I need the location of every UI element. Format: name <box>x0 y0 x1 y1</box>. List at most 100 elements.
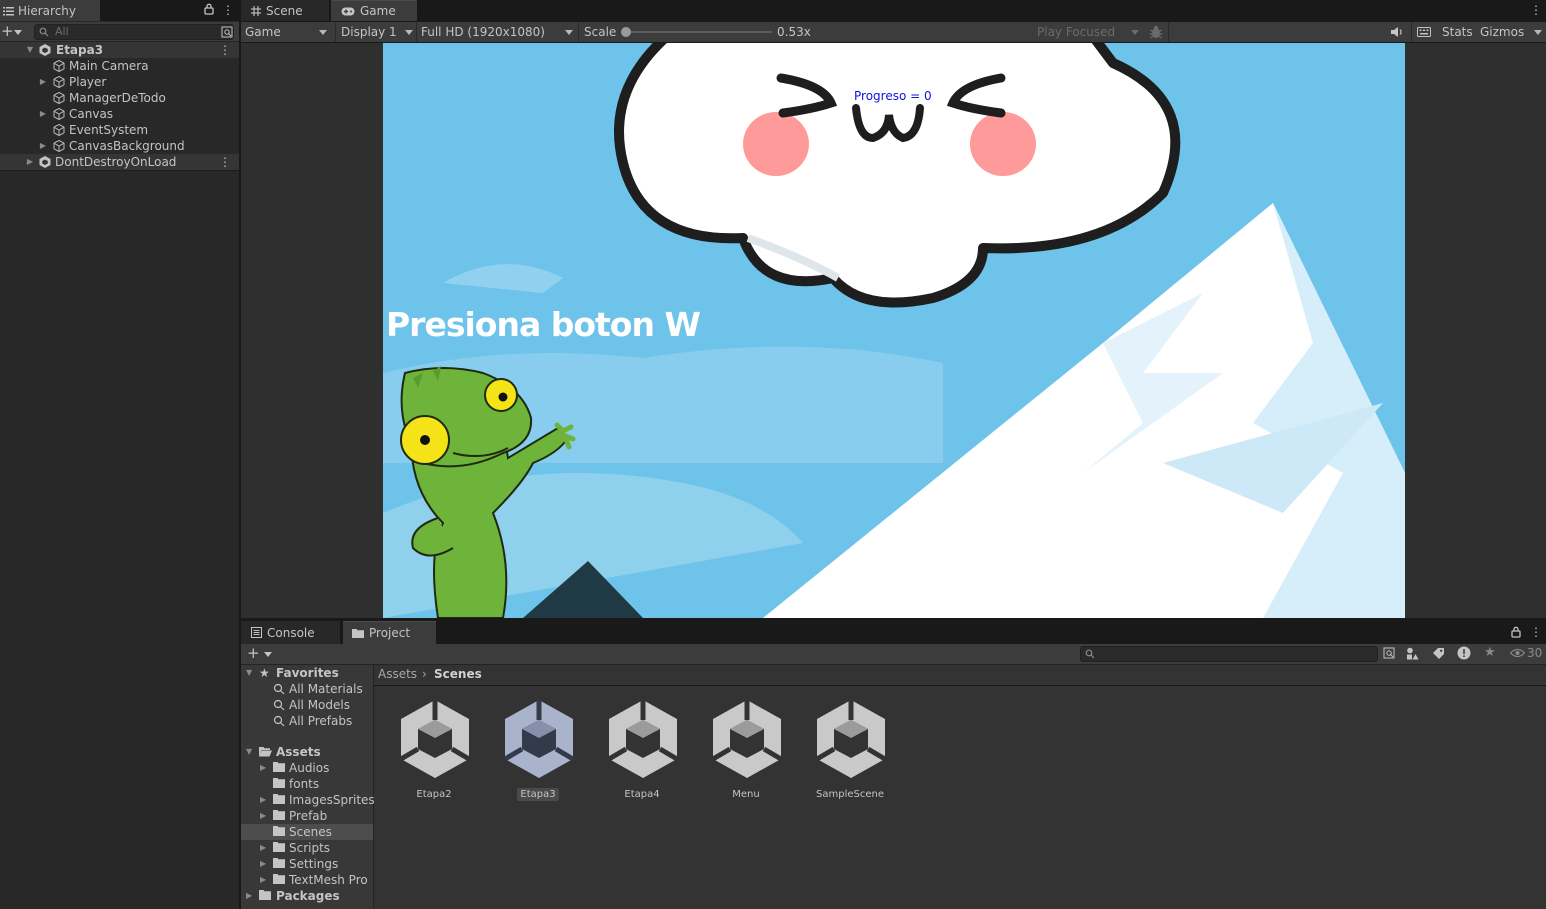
expand-arrow-icon[interactable]: ▼ <box>246 744 252 760</box>
search-options-icon[interactable] <box>221 26 233 38</box>
expand-arrow-icon[interactable]: ▶ <box>260 840 266 856</box>
speaker-icon[interactable] <box>1390 26 1404 38</box>
unity-scene-icon <box>38 155 52 169</box>
hierarchy-item[interactable]: Main Camera <box>0 58 239 74</box>
warning-filter-icon[interactable] <box>1457 646 1471 660</box>
tree-packages[interactable]: ▶ Packages <box>241 888 373 904</box>
breadcrumb-root[interactable]: Assets <box>378 667 417 681</box>
expand-arrow-icon[interactable]: ▶ <box>260 792 266 808</box>
divider <box>0 170 239 171</box>
tree-assets[interactable]: ▼ Assets <box>241 744 373 760</box>
hierarchy-menu-icon[interactable]: ⋮ <box>222 3 234 17</box>
asset-label: Etapa4 <box>624 789 660 800</box>
expand-arrow-icon[interactable]: ▶ <box>260 856 266 872</box>
tab-scene[interactable]: Scene <box>241 0 329 21</box>
resolution-dropdown[interactable]: Full HD (1920x1080) <box>421 22 545 42</box>
display-dropdown[interactable]: Display 1 <box>341 22 397 42</box>
hierarchy-scene-row[interactable]: ▼ Etapa3 ⋮ <box>0 42 239 58</box>
hierarchy-item-label: EventSystem <box>69 123 149 137</box>
tab-console[interactable]: Console <box>241 621 340 644</box>
filter-by-type-icon[interactable] <box>1406 647 1419 660</box>
keyboard-icon[interactable] <box>1417 26 1431 38</box>
scale-slider-handle[interactable] <box>621 27 631 37</box>
add-dropdown-icon[interactable] <box>14 30 22 35</box>
expand-arrow-icon[interactable]: ▼ <box>25 42 35 58</box>
expand-arrow-icon[interactable]: ▶ <box>38 74 48 90</box>
hierarchy-item[interactable]: ManagerDeTodo <box>0 90 239 106</box>
tree-folder[interactable]: ▶ TextMesh Pro <box>241 872 373 888</box>
hierarchy-search-input[interactable]: All <box>34 24 234 40</box>
hierarchy-item[interactable]: ▶ Canvas <box>0 106 239 122</box>
scale-slider-track[interactable] <box>626 31 772 33</box>
hierarchy-item[interactable]: ▶ CanvasBackground <box>0 138 239 154</box>
hierarchy-item[interactable]: ▶ Player <box>0 74 239 90</box>
stats-button[interactable]: Stats <box>1442 22 1473 42</box>
asset-scene-item-selected[interactable]: Etapa3 <box>488 696 588 806</box>
eye-icon[interactable] <box>1510 648 1525 658</box>
tree-folder[interactable]: ▶ Settings <box>241 856 373 872</box>
play-focused-dropdown[interactable]: Play Focused <box>1037 22 1115 42</box>
expand-arrow-icon[interactable]: ▶ <box>260 760 266 776</box>
search-icon <box>273 699 285 711</box>
search-icon <box>273 715 285 727</box>
expand-arrow-icon[interactable]: ▶ <box>38 138 48 154</box>
tree-folder[interactable]: ▶ Prefab <box>241 808 373 824</box>
search-options-icon[interactable] <box>1383 647 1395 659</box>
chevron-down-icon[interactable] <box>565 30 573 35</box>
game-menu-icon[interactable]: ⋮ <box>1530 3 1542 17</box>
project-menu-icon[interactable]: ⋮ <box>1530 625 1542 639</box>
tree-folder[interactable]: ▶ ImagesSprites <box>241 792 375 808</box>
expand-arrow-icon[interactable]: ▼ <box>246 665 252 681</box>
tree-favorites[interactable]: ▼ ★ Favorites <box>241 665 373 681</box>
expand-arrow-icon[interactable]: ▶ <box>260 808 266 824</box>
tree-folder-label: Scenes <box>289 825 332 839</box>
expand-arrow-icon[interactable]: ▶ <box>246 888 252 904</box>
expand-arrow-icon[interactable]: ▶ <box>38 106 48 122</box>
chevron-down-icon[interactable] <box>319 30 327 35</box>
game-mode-dropdown[interactable]: Game <box>245 22 281 42</box>
chevron-down-icon[interactable] <box>405 30 413 35</box>
label-tag-icon[interactable] <box>1432 647 1445 660</box>
add-asset-icon[interactable]: + <box>247 645 260 661</box>
tree-folder[interactable]: ▶ Audios <box>241 760 373 776</box>
gameobject-icon <box>52 139 66 153</box>
hierarchy-item-label: Player <box>69 75 107 89</box>
asset-scene-item[interactable]: Etapa2 <box>384 696 484 806</box>
folder-icon <box>273 874 285 884</box>
chevron-down-icon[interactable] <box>1131 30 1139 35</box>
asset-scene-item[interactable]: Etapa4 <box>592 696 692 806</box>
gameobject-icon <box>52 107 66 121</box>
lock-icon[interactable] <box>204 3 214 15</box>
chevron-down-icon[interactable] <box>1534 30 1542 35</box>
add-asset-dropdown-icon[interactable] <box>264 652 272 657</box>
hierarchy-dontdestroy-row[interactable]: ▶ DontDestroyOnLoad ⋮ <box>0 154 239 170</box>
gizmos-button[interactable]: Gizmos <box>1480 22 1524 42</box>
bug-icon[interactable] <box>1148 24 1164 40</box>
scale-value: 0.53x <box>777 25 811 39</box>
expand-arrow-icon[interactable]: ▶ <box>25 154 35 170</box>
tree-favorite-label: All Models <box>289 698 350 712</box>
tree-folder[interactable]: ▶ Scripts <box>241 840 373 856</box>
folder-icon <box>273 826 285 836</box>
asset-scene-item[interactable]: SampleScene <box>800 696 900 806</box>
favorite-star-icon[interactable]: ★ <box>1484 646 1496 660</box>
scene-menu-icon[interactable]: ⋮ <box>219 42 231 58</box>
search-icon <box>1085 649 1095 659</box>
breadcrumb-current[interactable]: Scenes <box>434 667 482 681</box>
tree-folder[interactable]: fonts <box>241 776 373 792</box>
tree-folder-label: Settings <box>289 857 339 871</box>
project-search-input[interactable] <box>1080 646 1378 662</box>
game-viewport[interactable]: Progreso = 0 Presiona boton W <box>383 43 1405 618</box>
dontdestroy-menu-icon[interactable]: ⋮ <box>219 154 231 170</box>
asset-scene-item[interactable]: Menu <box>696 696 796 806</box>
lock-icon[interactable] <box>1511 626 1521 638</box>
tree-folder-selected[interactable]: Scenes <box>241 824 373 840</box>
expand-arrow-icon[interactable]: ▶ <box>260 872 266 888</box>
unity-logo-icon <box>399 698 471 780</box>
tab-hierarchy[interactable]: Hierarchy <box>0 0 100 21</box>
add-icon[interactable]: + <box>1 23 14 39</box>
hierarchy-item[interactable]: EventSystem <box>0 122 239 138</box>
tab-project[interactable]: Project <box>343 621 436 644</box>
tab-game[interactable]: Game <box>331 0 417 21</box>
breadcrumb-chevron-icon: › <box>422 667 427 681</box>
